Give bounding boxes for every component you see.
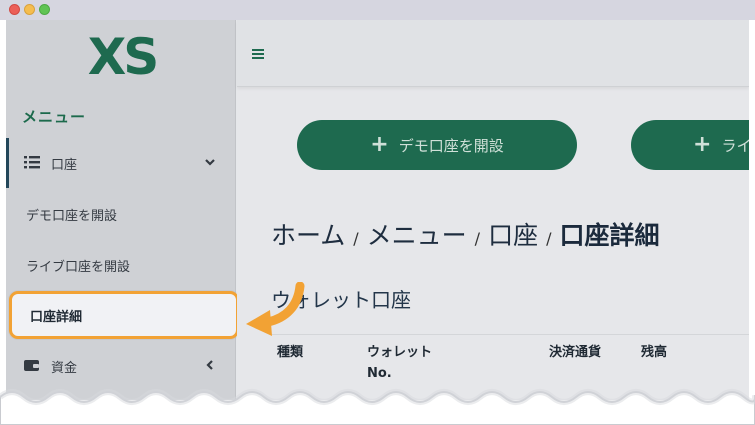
sidebar-item-label: 口座詳細 <box>30 309 83 325</box>
breadcrumb-menu[interactable]: メニュー <box>367 216 467 252</box>
sidebar-item-open-demo[interactable]: デモ口座を開設 <box>6 190 236 238</box>
wallet-icon <box>24 360 39 371</box>
sidebar-item-label: ライブ口座を開設 <box>26 259 131 275</box>
app-window: XS メニュー 口座 デモ口座を開設 ライブ口座を開設 口座詳細 資金 + デモ… <box>6 20 749 400</box>
breadcrumb-home[interactable]: ホーム <box>271 216 345 252</box>
breadcrumb-current: 口座詳細 <box>559 221 660 250</box>
table-divider <box>271 334 749 335</box>
xs-logo: XS <box>88 28 160 82</box>
minimize-window-button[interactable] <box>24 4 35 15</box>
breadcrumb-separator: / <box>474 229 481 248</box>
button-label: デモ口座を開設 <box>398 136 504 155</box>
torn-edge-decoration <box>0 389 755 425</box>
plus-icon: + <box>693 132 712 157</box>
window-titlebar <box>0 0 755 20</box>
chevron-left-icon[interactable] <box>203 358 217 372</box>
table-header-wallet-no: ウォレット No. <box>367 345 433 381</box>
pointer-arrow-icon <box>246 282 305 336</box>
open-live-account-button[interactable]: + ライ <box>631 120 749 170</box>
chevron-down-icon[interactable] <box>203 155 217 169</box>
button-label: ライ <box>721 136 749 155</box>
sidebar-item-label: 資金 <box>51 360 78 376</box>
plus-icon: + <box>370 132 389 157</box>
breadcrumb: ホーム / メニュー / 口座 / 口座詳細 <box>271 216 659 252</box>
open-demo-account-button[interactable]: + デモ口座を開設 <box>297 120 577 170</box>
sidebar-item-funds[interactable]: 資金 <box>6 342 236 390</box>
top-bar <box>237 20 749 87</box>
sidebar-item-open-live[interactable]: ライブ口座を開設 <box>6 241 236 289</box>
list-icon <box>24 156 40 169</box>
table-header-type: 種類 <box>277 345 304 360</box>
table-header-currency: 決済通貨 <box>549 345 602 360</box>
sidebar-item-account-details[interactable]: 口座詳細 <box>9 291 239 339</box>
hamburger-icon[interactable] <box>251 47 267 61</box>
sidebar-item-label: 口座 <box>51 157 78 173</box>
maximize-window-button[interactable] <box>39 4 50 15</box>
sidebar: XS メニュー 口座 デモ口座を開設 ライブ口座を開設 口座詳細 資金 <box>6 20 239 400</box>
sidebar-item-label: デモ口座を開設 <box>26 208 118 224</box>
breadcrumb-separator: / <box>353 229 359 248</box>
menu-heading: メニュー <box>22 108 87 126</box>
screenshot-frame: XS メニュー 口座 デモ口座を開設 ライブ口座を開設 口座詳細 資金 + デモ… <box>0 0 755 425</box>
sidebar-item-account[interactable]: 口座 <box>6 139 236 187</box>
close-window-button[interactable] <box>9 4 20 15</box>
main-content: + デモ口座を開設 + ライ ホーム / メニュー / 口座 / 口座詳細 ウォ… <box>237 20 749 400</box>
breadcrumb-separator: / <box>546 229 552 248</box>
breadcrumb-account[interactable]: 口座 <box>488 216 538 252</box>
table-header-balance: 残高 <box>641 345 668 360</box>
svg-text:XS: XS <box>88 28 157 82</box>
